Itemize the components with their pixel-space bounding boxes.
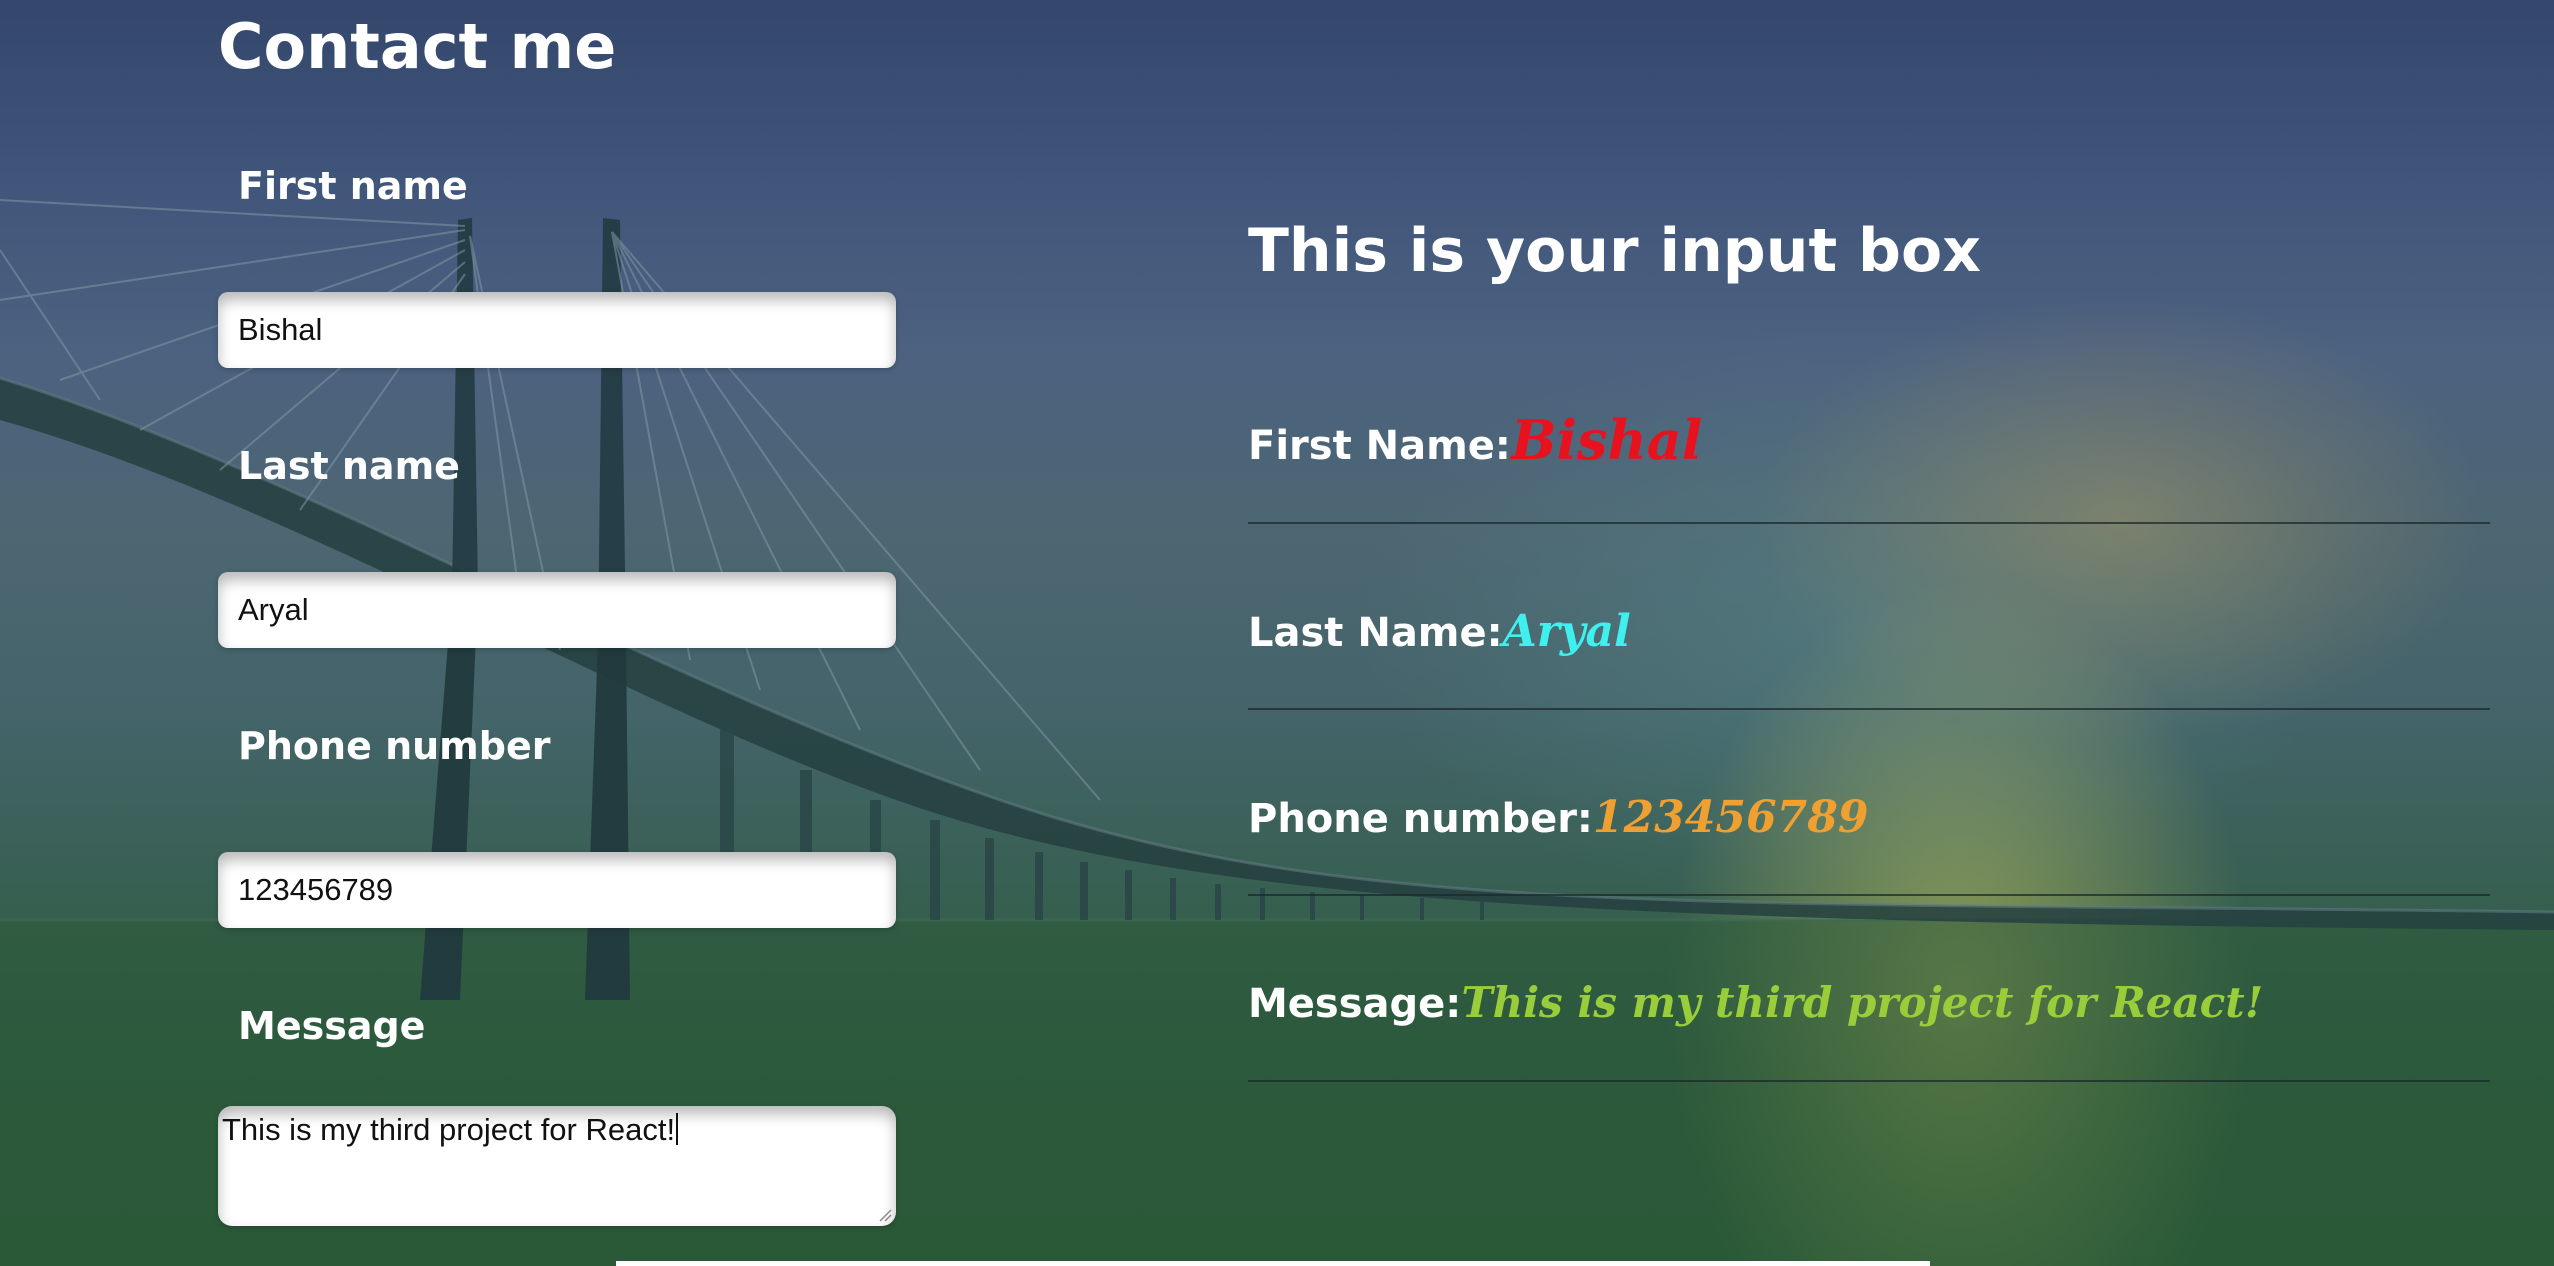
text-caret bbox=[676, 1113, 679, 1145]
preview-first-name-label: First Name: bbox=[1248, 423, 1511, 469]
message-textarea-value: This is my third project for React! bbox=[222, 1112, 676, 1147]
preview-first-name-value: Bishal bbox=[1510, 408, 1703, 472]
last-name-input-value: Aryal bbox=[238, 592, 309, 627]
message-textarea[interactable]: This is my third project for React! bbox=[218, 1106, 896, 1226]
last-name-label: Last name bbox=[238, 444, 460, 488]
preview-row-phone: Phone number:123456789 bbox=[1248, 792, 1868, 843]
first-name-label: First name bbox=[238, 164, 468, 208]
preview-divider bbox=[1248, 708, 2490, 710]
preview-phone-value: 123456789 bbox=[1592, 792, 1869, 843]
phone-number-input[interactable]: 123456789 bbox=[218, 852, 896, 928]
preview-last-name-label: Last Name: bbox=[1248, 610, 1503, 656]
first-name-input[interactable]: Bishal bbox=[218, 292, 896, 368]
last-name-input[interactable]: Aryal bbox=[218, 572, 896, 648]
preview-title: This is your input box bbox=[1248, 216, 1981, 286]
bottom-edge-bar bbox=[616, 1261, 1930, 1266]
message-label: Message bbox=[238, 1004, 426, 1048]
phone-number-input-value: 123456789 bbox=[238, 872, 394, 907]
preview-message-value: This is my third project for React! bbox=[1461, 978, 2264, 1027]
preview-divider bbox=[1248, 1080, 2490, 1082]
preview-phone-label: Phone number: bbox=[1248, 796, 1593, 842]
preview-message-label: Message: bbox=[1248, 981, 1462, 1027]
phone-number-label: Phone number bbox=[238, 724, 551, 768]
first-name-input-value: Bishal bbox=[238, 312, 323, 347]
preview-row-last-name: Last Name:Aryal bbox=[1248, 606, 1631, 657]
preview-last-name-value: Aryal bbox=[1502, 606, 1631, 657]
preview-divider bbox=[1248, 522, 2490, 524]
form-title: Contact me bbox=[218, 10, 617, 83]
resize-grip-icon[interactable] bbox=[878, 1208, 892, 1222]
preview-row-first-name: First Name:Bishal bbox=[1248, 408, 1702, 472]
preview-row-message: Message:This is my third project for Rea… bbox=[1248, 978, 2263, 1027]
preview-divider bbox=[1248, 894, 2490, 896]
